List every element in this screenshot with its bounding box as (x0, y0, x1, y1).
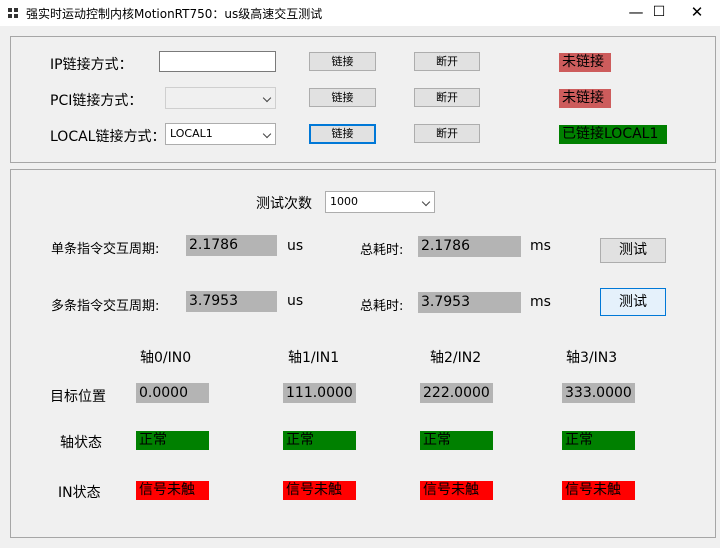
in0-state-badge: 信号未触 (136, 481, 209, 500)
single-total-unit: ms (530, 238, 551, 254)
single-total-value: 2.1786 (418, 236, 521, 257)
multi-total-unit: ms (530, 294, 551, 310)
window-title: 强实时运动控制内核MotionRT750：us级高速交互测试 (26, 7, 323, 21)
ip-connect-button[interactable]: 链接 (309, 52, 376, 71)
in1-state-badge: 信号未触 (283, 481, 356, 500)
multi-cycle-value: 3.7953 (186, 291, 277, 312)
close-button[interactable]: ✕ (674, 0, 720, 26)
local-connect-button[interactable]: 链接 (309, 124, 376, 144)
single-cycle-value: 2.1786 (186, 235, 277, 256)
axis1-header: 轴1/IN1 (288, 350, 340, 366)
axis0-header: 轴0/IN0 (140, 350, 192, 366)
axis2-header: 轴2/IN2 (430, 350, 482, 366)
axis-state-label: 轴状态 (60, 435, 102, 451)
ip-address-input[interactable] (159, 51, 276, 72)
axis2-target-value: 222.0000 (420, 383, 493, 403)
pci-connect-button[interactable]: 链接 (309, 88, 376, 107)
local-status-badge: 已链接LOCAL1 (559, 125, 667, 144)
single-cycle-label: 单条指令交互周期: (51, 242, 160, 257)
single-cycle-unit: us (287, 238, 304, 254)
local-connect-label: LOCAL链接方式： (50, 129, 166, 145)
axis2-state-badge: 正常 (420, 431, 493, 450)
multi-total-value: 3.7953 (418, 292, 521, 313)
multi-cycle-unit: us (287, 293, 304, 309)
multi-total-label: 总耗时: (360, 299, 404, 314)
in2-state-badge: 信号未触 (420, 481, 493, 500)
axis3-state-badge: 正常 (562, 431, 635, 450)
axis0-target-value: 0.0000 (136, 383, 209, 403)
title-bar[interactable]: 强实时运动控制内核MotionRT750：us级高速交互测试 — ☐ ✕ (0, 0, 720, 26)
app-icon (8, 8, 18, 18)
pci-status-badge: 未链接 (559, 89, 611, 108)
pci-card-select[interactable] (165, 87, 276, 109)
ip-status-badge: 未链接 (559, 53, 611, 72)
multi-test-button[interactable]: 测试 (600, 288, 666, 316)
test-count-select-value: 1000 (330, 195, 358, 208)
target-position-label: 目标位置 (50, 389, 106, 405)
pci-disconnect-button[interactable]: 断开 (414, 88, 480, 107)
chevron-down-icon (262, 93, 272, 103)
axis1-state-badge: 正常 (283, 431, 356, 450)
ip-disconnect-button[interactable]: 断开 (414, 52, 480, 71)
single-test-button[interactable]: 测试 (600, 238, 666, 263)
local-mode-select[interactable]: LOCAL1 (165, 123, 276, 145)
chevron-down-icon (262, 129, 272, 139)
local-mode-select-value: LOCAL1 (170, 127, 213, 140)
test-count-select[interactable]: 1000 (325, 191, 435, 213)
axis3-header: 轴3/IN3 (566, 350, 618, 366)
ip-connect-label: IP链接方式： (50, 57, 133, 73)
pci-connect-label: PCI链接方式： (50, 93, 143, 109)
axis1-target-value: 111.0000 (283, 383, 356, 403)
in3-state-badge: 信号未触 (562, 481, 635, 500)
local-disconnect-button[interactable]: 断开 (414, 124, 480, 143)
single-total-label: 总耗时: (360, 243, 404, 258)
axis3-target-value: 333.0000 (562, 383, 635, 403)
multi-cycle-label: 多条指令交互周期: (51, 299, 160, 314)
test-count-label: 测试次数 (256, 196, 312, 212)
chevron-down-icon (421, 197, 431, 207)
axis0-state-badge: 正常 (136, 431, 209, 450)
in-state-label: IN状态 (58, 485, 101, 501)
